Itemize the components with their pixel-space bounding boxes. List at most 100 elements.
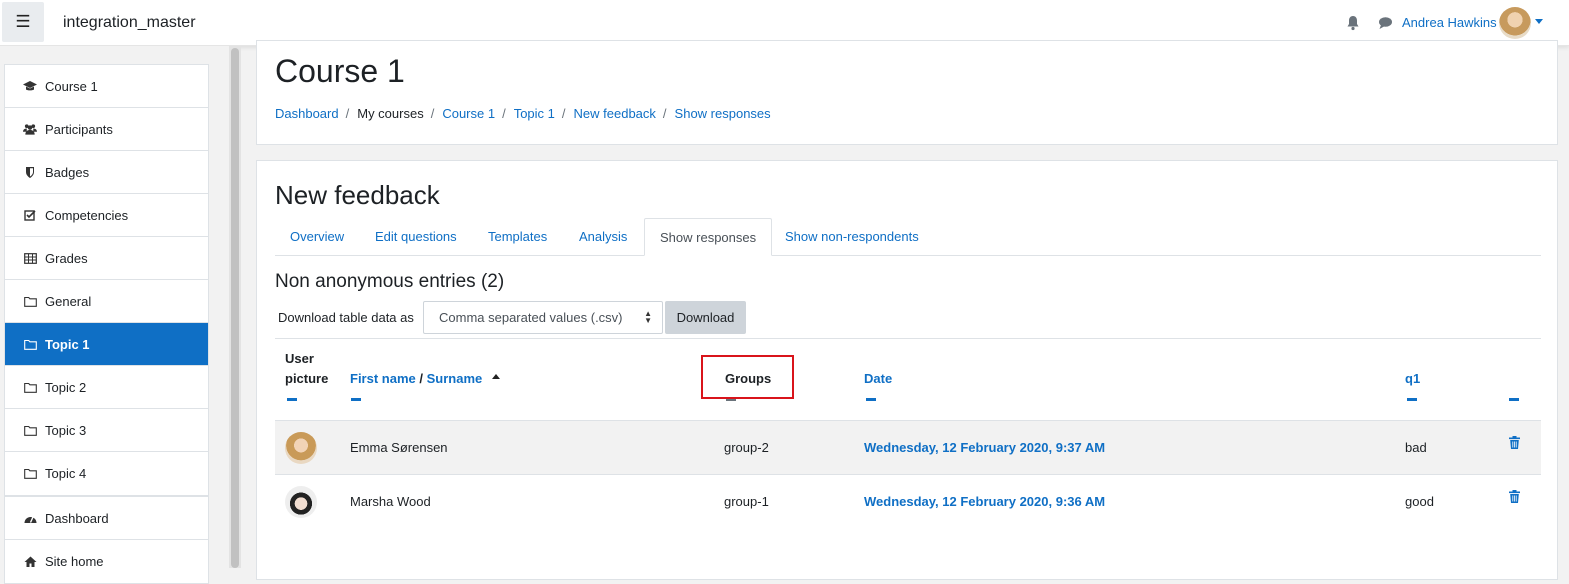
sidebar-item-grades[interactable]: Grades bbox=[5, 237, 208, 280]
activity-title: New feedback bbox=[275, 180, 440, 210]
home-icon bbox=[23, 556, 37, 568]
sort-date-link[interactable]: Date bbox=[864, 371, 892, 386]
header-q1: q1 bbox=[1405, 369, 1420, 389]
breadcrumb-separator: / bbox=[662, 106, 667, 121]
sidebar-item-topic-2[interactable]: Topic 2 bbox=[5, 366, 208, 409]
q1-answer: good bbox=[1405, 494, 1434, 509]
sidebar-item-label: Topic 2 bbox=[45, 379, 87, 395]
tab-analysis[interactable]: Analysis bbox=[564, 218, 642, 256]
breadcrumb-separator: / bbox=[430, 106, 435, 121]
tab-edit-questions[interactable]: Edit questions bbox=[360, 218, 472, 256]
download-format-value: Comma separated values (.csv) bbox=[439, 310, 623, 325]
response-date-link[interactable]: Wednesday, 12 February 2020, 9:36 AM bbox=[864, 494, 1105, 509]
sort-first-name-link[interactable]: First name bbox=[350, 371, 416, 386]
dashboard-icon bbox=[23, 512, 37, 524]
header-name-separator: / bbox=[419, 371, 423, 386]
sidebar-item-general[interactable]: General bbox=[5, 280, 208, 323]
sort-surname-link[interactable]: Surname bbox=[427, 371, 483, 386]
folder-icon bbox=[23, 424, 37, 436]
scrollbar-thumb[interactable] bbox=[231, 48, 239, 568]
folder-icon bbox=[23, 295, 37, 307]
delete-trash-icon[interactable] bbox=[1509, 490, 1520, 503]
tab-bar: Overview Edit questions Templates Analys… bbox=[275, 218, 1541, 256]
breadcrumb-separator: / bbox=[345, 106, 350, 121]
sidebar-item-participants[interactable]: Participants bbox=[5, 108, 208, 151]
collapse-actions-icon[interactable] bbox=[1509, 398, 1519, 401]
sidebar-item-label: Badges bbox=[45, 164, 90, 180]
sidebar-item-label: Grades bbox=[45, 250, 88, 266]
sidebar-item-topic-3[interactable]: Topic 3 bbox=[5, 409, 208, 452]
sidebar-item-badges[interactable]: Badges bbox=[5, 151, 208, 194]
download-format-select[interactable]: Comma separated values (.csv) ▲ ▼ bbox=[423, 301, 663, 334]
folder-icon bbox=[23, 338, 37, 350]
sidebar-item-dashboard[interactable]: Dashboard bbox=[5, 497, 208, 540]
sidebar-item-label: General bbox=[45, 293, 92, 309]
site-name[interactable]: integration_master bbox=[63, 14, 196, 32]
delete-trash-icon[interactable] bbox=[1509, 436, 1520, 449]
folder-icon bbox=[23, 468, 37, 480]
caret-down-icon[interactable] bbox=[1535, 19, 1543, 24]
sidebar-item-site-home[interactable]: Site home bbox=[5, 540, 208, 583]
sidebar-item-label: Participants bbox=[45, 121, 113, 137]
tab-overview[interactable]: Overview bbox=[275, 218, 359, 256]
breadcrumb-show-responses[interactable]: Show responses bbox=[675, 106, 771, 121]
drawer-scrollbar[interactable] bbox=[229, 46, 241, 568]
breadcrumb: Dashboard / My courses / Course 1 / Topi… bbox=[275, 106, 771, 121]
entries-heading: Non anonymous entries (2) bbox=[275, 271, 505, 292]
table-top-border bbox=[275, 338, 1541, 339]
checkbox-icon bbox=[23, 209, 37, 221]
group-cell: group-1 bbox=[724, 494, 769, 509]
menu-toggle-button[interactable]: ☰ bbox=[2, 2, 44, 42]
sidebar-item-label: Competencies bbox=[45, 207, 129, 223]
page-header: Course 1 Dashboard / My courses / Course… bbox=[256, 40, 1558, 145]
users-icon bbox=[23, 123, 37, 135]
header-date: Date bbox=[864, 369, 892, 389]
collapse-q1-icon[interactable] bbox=[1407, 398, 1417, 401]
sort-q1-link[interactable]: q1 bbox=[1405, 371, 1420, 386]
user-menu-name[interactable]: Andrea Hawkins bbox=[1402, 15, 1497, 30]
user-name-link[interactable]: Marsha Wood bbox=[350, 494, 431, 509]
main-region: New feedback Overview Edit questions Tem… bbox=[256, 160, 1558, 580]
breadcrumb-course[interactable]: Course 1 bbox=[442, 106, 495, 121]
collapse-date-icon[interactable] bbox=[866, 398, 876, 401]
shield-icon bbox=[23, 166, 37, 178]
breadcrumb-my-courses: My courses bbox=[357, 106, 424, 121]
tab-templates[interactable]: Templates bbox=[473, 218, 562, 256]
sidebar-item-topic-4[interactable]: Topic 4 bbox=[5, 452, 208, 495]
breadcrumb-topic[interactable]: Topic 1 bbox=[514, 106, 555, 121]
tab-show-responses[interactable]: Show responses bbox=[644, 218, 773, 256]
breadcrumb-feedback[interactable]: New feedback bbox=[574, 106, 656, 121]
nav-drawer: Course 1 Participants Badges Competencie… bbox=[0, 46, 229, 584]
graduation-cap-icon bbox=[23, 80, 37, 92]
sidebar-item-topic-1[interactable]: Topic 1 bbox=[5, 323, 208, 366]
menu-icon: ☰ bbox=[15, 12, 31, 31]
sidebar-item-competencies[interactable]: Competencies bbox=[5, 194, 208, 237]
download-button[interactable]: Download bbox=[665, 301, 746, 334]
breadcrumb-separator: / bbox=[502, 106, 506, 121]
table-row: Emma Sørensen group-2 Wednesday, 12 Febr… bbox=[275, 420, 1541, 474]
chat-icon[interactable] bbox=[1378, 16, 1393, 30]
sidebar-item-label: Site home bbox=[45, 554, 104, 569]
user-name-link[interactable]: Emma Sørensen bbox=[350, 440, 448, 455]
select-arrows-icon: ▲ ▼ bbox=[644, 309, 652, 325]
breadcrumb-separator: / bbox=[561, 106, 566, 121]
q1-answer: bad bbox=[1405, 440, 1427, 455]
site-nav-list: Dashboard Site home bbox=[4, 496, 209, 584]
bell-icon[interactable] bbox=[1346, 15, 1360, 31]
user-picture[interactable] bbox=[285, 432, 317, 464]
header-name: First name / Surname bbox=[350, 369, 500, 389]
user-picture[interactable] bbox=[285, 486, 317, 518]
page-title: Course 1 bbox=[275, 53, 405, 89]
header-user-picture: User picture bbox=[285, 351, 329, 386]
collapse-name-icon[interactable] bbox=[351, 398, 361, 401]
response-date-link[interactable]: Wednesday, 12 February 2020, 9:37 AM bbox=[864, 440, 1105, 455]
collapse-user-picture-icon[interactable] bbox=[287, 398, 297, 401]
course-nav-list: Course 1 Participants Badges Competencie… bbox=[4, 64, 209, 496]
breadcrumb-dashboard[interactable]: Dashboard bbox=[275, 106, 339, 121]
tab-show-non-respondents[interactable]: Show non-respondents bbox=[770, 218, 934, 256]
user-avatar[interactable] bbox=[1499, 7, 1531, 39]
sidebar-item-course[interactable]: Course 1 bbox=[5, 65, 208, 108]
group-cell: group-2 bbox=[724, 440, 769, 455]
sidebar-item-label: Topic 3 bbox=[45, 422, 87, 438]
table-icon bbox=[23, 252, 37, 264]
